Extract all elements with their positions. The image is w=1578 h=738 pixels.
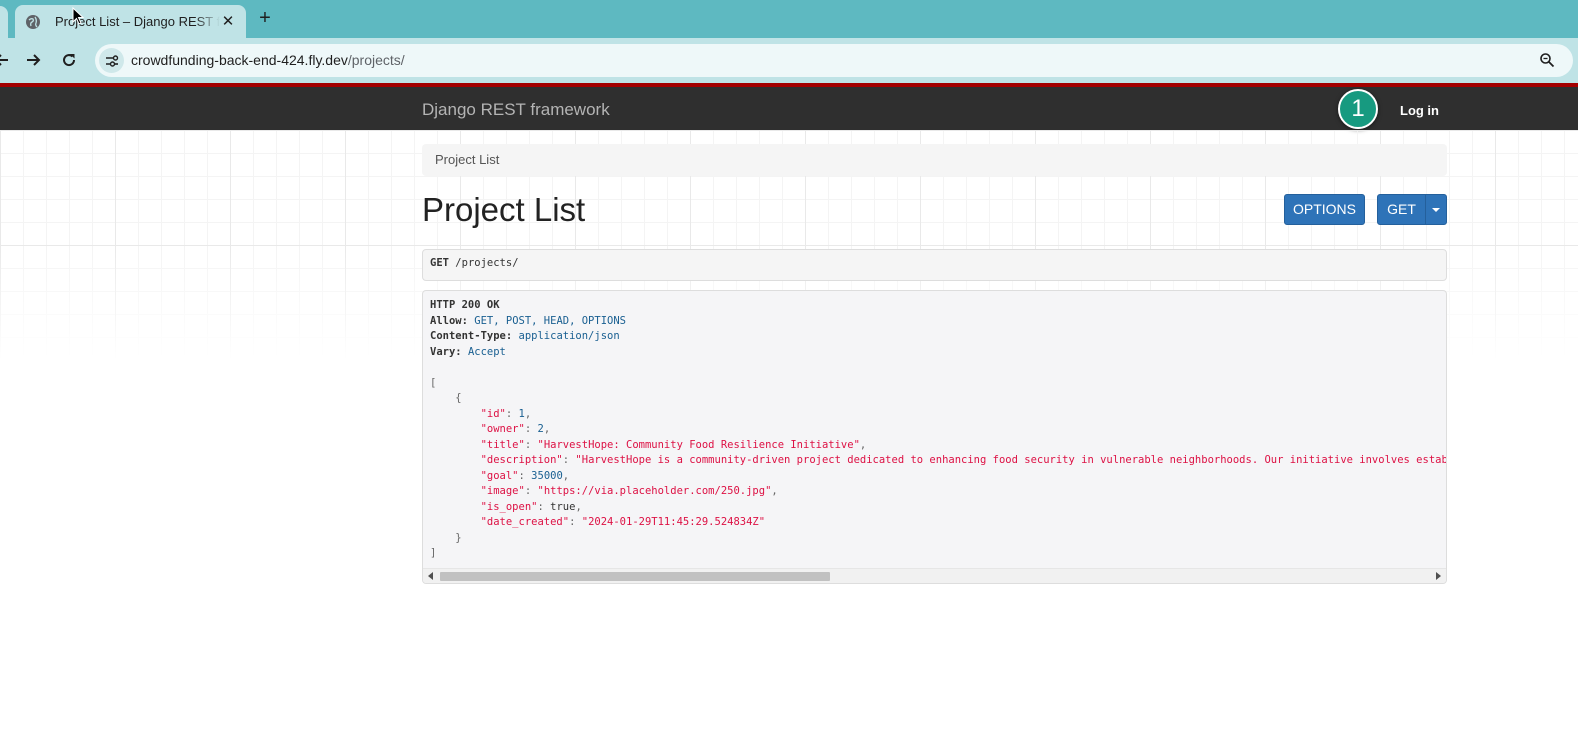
json-open-brace: {: [455, 392, 462, 404]
horizontal-scrollbar[interactable]: [423, 568, 1446, 583]
forward-icon[interactable]: [23, 50, 43, 70]
page-title: Project List: [422, 191, 586, 228]
globe-icon: [26, 14, 40, 29]
json-key: "goal": [480, 469, 519, 482]
site-info-icon[interactable]: [99, 48, 124, 73]
browser-toolbar: crowdfunding-back-end-424.fly.dev/projec…: [0, 38, 1578, 83]
request-method: GET: [430, 257, 449, 269]
header-name: Allow:: [430, 314, 468, 327]
mouse-cursor-icon: [72, 7, 84, 25]
header-value: application/json: [518, 330, 620, 342]
scroll-left-icon[interactable]: [428, 572, 433, 580]
header-value: GET, POST, HEAD, OPTIONS: [474, 314, 626, 327]
breadcrumb: Project List: [422, 144, 1447, 176]
json-value: "HarvestHope: Community Food Resilience …: [537, 438, 860, 451]
json-open-bracket: [: [430, 376, 437, 389]
url-host: crowdfunding-back-end-424.fly.dev: [131, 52, 348, 68]
url-text[interactable]: crowdfunding-back-end-424.fly.dev/projec…: [131, 52, 405, 68]
brand-link[interactable]: Django REST framework: [422, 100, 610, 120]
json-close-bracket: ]: [430, 547, 437, 559]
header-value: Accept: [467, 345, 506, 358]
response-content: HTTP 200 OK Allow: GET, POST, HEAD, OPTI…: [430, 298, 1447, 562]
json-key: "image": [480, 485, 525, 497]
breadcrumb-item[interactable]: Project List: [435, 152, 499, 167]
json-value: 35000: [531, 469, 563, 482]
json-value: "HarvestHope is a community-driven proje…: [575, 454, 1447, 466]
get-button[interactable]: GET: [1377, 194, 1426, 225]
json-close-brace: }: [455, 531, 462, 544]
address-bar[interactable]: crowdfunding-back-end-424.fly.dev/projec…: [95, 44, 1573, 77]
login-link[interactable]: Log in: [1400, 103, 1439, 118]
header-name: Content-Type:: [430, 330, 513, 342]
json-key: "owner": [480, 423, 525, 435]
options-button[interactable]: OPTIONS: [1284, 194, 1365, 225]
header-name: Vary:: [430, 345, 462, 358]
request-info: GET /projects/: [422, 249, 1447, 281]
json-key: "description": [480, 454, 563, 466]
previous-tab-edge[interactable]: [0, 6, 8, 38]
plus-icon[interactable]: +: [255, 8, 275, 28]
browser-tab-active[interactable]: Project List – Django REST framework ✕: [15, 5, 246, 38]
json-key: "title": [480, 438, 525, 451]
browser-tabstrip: Project List – Django REST framework ✕ +: [0, 0, 1578, 38]
json-key: "id": [480, 407, 506, 420]
json-value: true: [550, 500, 576, 513]
caret-down-icon: [1432, 208, 1440, 213]
url-path: /projects/: [347, 52, 405, 68]
request-path: /projects/: [455, 257, 519, 269]
json-key: "date_created": [480, 516, 570, 528]
scrollbar-thumb[interactable]: [440, 572, 830, 581]
zoom-icon[interactable]: [1539, 52, 1555, 68]
response-status: HTTP 200 OK: [430, 299, 500, 311]
json-key: "is_open": [480, 500, 538, 513]
json-value: "https://via.placeholder.com/250.jpg": [537, 485, 772, 497]
back-icon[interactable]: [0, 50, 12, 70]
get-format-dropdown[interactable]: [1425, 194, 1447, 225]
close-icon[interactable]: ✕: [220, 13, 236, 30]
reload-icon[interactable]: [59, 50, 79, 70]
response-info: HTTP 200 OK Allow: GET, POST, HEAD, OPTI…: [422, 290, 1447, 584]
json-value: "2024-01-29T11:45:29.524834Z": [581, 516, 766, 528]
step-badge: 1: [1338, 89, 1378, 129]
drf-navbar: Django REST framework 1 Log in: [0, 83, 1578, 130]
scroll-right-icon[interactable]: [1436, 572, 1441, 580]
